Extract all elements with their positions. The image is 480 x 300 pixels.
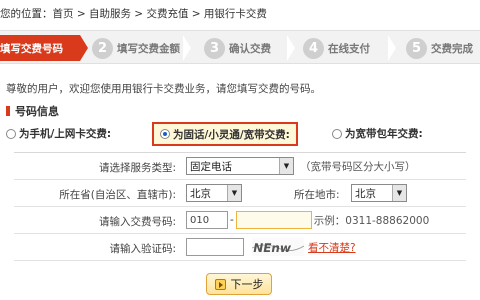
row-number: 请输入交费号码: 010 - 示例：0311-88862000	[14, 207, 466, 234]
step-3: 3 确认交费	[204, 35, 271, 61]
chevron-down-icon[interactable]: ▼	[227, 185, 241, 201]
section-marker	[6, 106, 10, 116]
row-captcha: 请输入验证码: NEnw 看不清楚?	[14, 234, 466, 261]
service-type-select[interactable]: 固定电话 ▼	[186, 157, 294, 175]
captcha-label: 请输入验证码:	[109, 243, 176, 255]
step-bar: 填写交费号码 2 填写交费金额 3 确认交费 4 在线支付 5 交费完成	[0, 30, 480, 64]
step-2-label: 填写交费金额	[117, 42, 180, 55]
chevron-down-icon[interactable]: ▼	[392, 185, 406, 201]
captcha-image[interactable]: NEnw	[252, 238, 304, 256]
number-form: 请选择服务类型: 固定电话 ▼ （宽带号码区分大小写） 所在省(自治区、直辖市)…	[14, 152, 466, 261]
step-1: 填写交费号码	[0, 35, 80, 61]
captcha-input[interactable]	[186, 238, 244, 256]
radio-button[interactable]	[6, 128, 16, 139]
service-type-value: 固定电话	[190, 160, 232, 173]
radio-mobile[interactable]: 为手机/上网卡交费:	[6, 126, 111, 141]
city-label: 所在地市:	[294, 189, 340, 201]
row-location: 所在省(自治区、直辖市): 北京 ▼ 所在地市: 北京 ▼	[14, 180, 466, 207]
radio-mobile-label: 为手机/上网卡交费:	[19, 128, 112, 140]
step-2: 2 填写交费金额	[92, 35, 180, 61]
captcha-text: NEnw	[252, 241, 292, 255]
step-4-label: 在线支付	[328, 42, 370, 55]
radio-button[interactable]	[332, 128, 342, 139]
radio-broadband-annual[interactable]: 为宽带包年交费:	[332, 126, 423, 141]
step-5-number: 5	[406, 37, 427, 59]
city-select[interactable]: 北京 ▼	[351, 184, 407, 202]
radio-button[interactable]	[160, 129, 170, 139]
next-button-label: 下一步	[230, 278, 264, 291]
chevron-down-icon[interactable]: ▼	[279, 158, 293, 174]
step-5-label: 交费完成	[431, 42, 473, 55]
intro-text: 尊敬的用户，欢迎您使用用银行卡交费业务，请您填写交费的号码。	[6, 83, 321, 95]
number-label: 请输入交费号码:	[98, 216, 176, 228]
step-arrow	[183, 35, 191, 61]
step-1-label: 填写交费号码	[0, 42, 63, 55]
step-3-number: 3	[204, 37, 225, 59]
step-arrow	[388, 35, 396, 61]
radio-broadband-annual-label: 为宽带包年交费:	[345, 128, 423, 140]
captcha-refresh-link[interactable]: 看不清楚?	[308, 240, 356, 255]
area-code-input[interactable]: 010	[186, 211, 228, 229]
phone-number-input[interactable]	[235, 211, 312, 229]
section-title: 号码信息	[6, 103, 59, 119]
step-arrow	[287, 35, 295, 61]
payment-type-options: 为手机/上网卡交费: 为固话/小灵通/宽带交费: 为宽带包年交费:	[0, 122, 480, 148]
row-service-type: 请选择服务类型: 固定电话 ▼ （宽带号码区分大小写）	[14, 153, 466, 180]
step-arrow	[80, 35, 88, 61]
province-label: 所在省(自治区、直辖市):	[59, 189, 176, 201]
radio-fixed-line[interactable]: 为固话/小灵通/宽带交费:	[152, 122, 298, 146]
province-select[interactable]: 北京 ▼	[186, 184, 242, 202]
service-type-label: 请选择服务类型:	[98, 162, 176, 174]
breadcrumb: 您的位置：首页 > 自助服务 > 交费充值 > 用银行卡交费	[0, 8, 267, 20]
radio-fixed-line-label: 为固话/小灵通/宽带交费:	[173, 128, 290, 141]
step-4-number: 4	[303, 37, 324, 59]
arrow-right-icon	[214, 278, 226, 290]
step-5: 5 交费完成	[406, 35, 473, 61]
service-type-hint: （宽带号码区分大小写）	[300, 160, 416, 173]
number-example: 示例：0311-88862000	[313, 214, 430, 227]
step-3-label: 确认交费	[229, 42, 271, 55]
province-value: 北京	[190, 187, 211, 200]
city-value: 北京	[355, 187, 376, 200]
next-button[interactable]: 下一步	[206, 273, 272, 295]
step-2-number: 2	[92, 37, 113, 59]
section-title-label: 号码信息	[15, 105, 59, 118]
step-4: 4 在线支付	[303, 35, 370, 61]
dash: -	[230, 214, 234, 226]
